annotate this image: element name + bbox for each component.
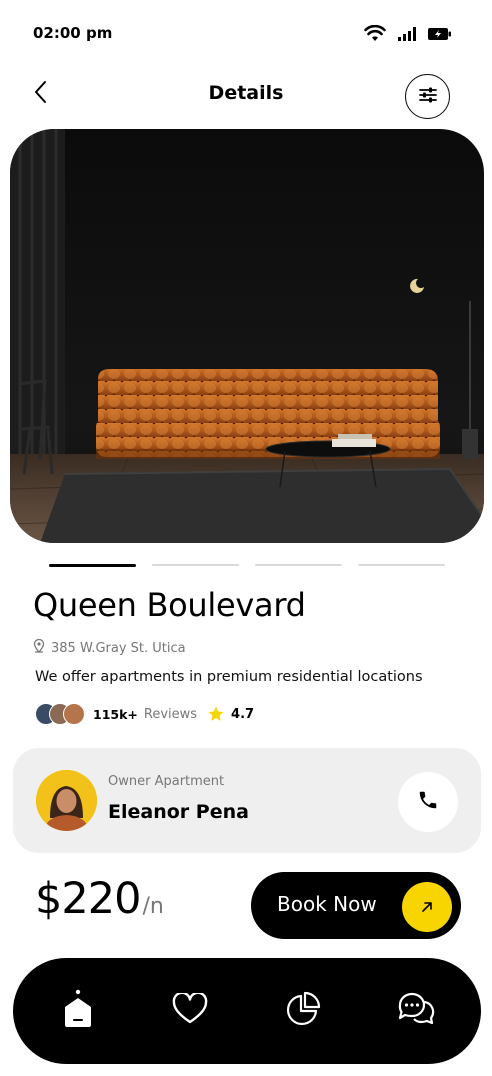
pie-chart-icon: [285, 991, 321, 1031]
price-unit: /n: [142, 894, 164, 919]
phone-icon: [417, 789, 439, 815]
filter-button[interactable]: [405, 74, 450, 119]
price: $220 /n: [35, 874, 164, 924]
indicator-1[interactable]: [49, 564, 136, 567]
reviews-label: Reviews: [143, 706, 198, 722]
owner-card: Owner Apartment Eleanor Pena: [13, 748, 481, 853]
address-text: 385 W.Gray St. Utica: [51, 640, 186, 656]
gallery-indicators[interactable]: [49, 564, 445, 568]
property-name: Queen Boulevard: [33, 586, 306, 624]
nav-stats[interactable]: [278, 986, 328, 1036]
reviews-row[interactable]: 115k+ Reviews 4.7: [35, 702, 254, 726]
location-pin-icon: [33, 638, 45, 657]
property-address: 385 W.Gray St. Utica: [33, 638, 186, 657]
owner-avatar: [36, 770, 97, 831]
star-icon: [207, 705, 225, 723]
book-now-label: Book Now: [277, 892, 377, 916]
owner-role: Owner Apartment: [108, 774, 225, 789]
arrow-up-right-icon: [402, 882, 452, 932]
battery-icon: [428, 26, 452, 45]
rating-value: 4.7: [231, 706, 255, 722]
owner-name: Eleanor Pena: [108, 801, 249, 823]
call-button[interactable]: [398, 772, 458, 832]
nav-favorites[interactable]: [165, 986, 215, 1036]
book-now-button[interactable]: Book Now: [251, 872, 461, 939]
nav-messages[interactable]: [391, 986, 441, 1036]
status-bar: 02:00 pm: [0, 0, 492, 70]
property-photo[interactable]: [10, 129, 484, 543]
wifi-icon: [364, 24, 386, 46]
home-icon: [62, 989, 94, 1033]
status-icons: [364, 24, 452, 46]
indicator-3[interactable]: [255, 564, 342, 566]
header: Details: [0, 70, 492, 119]
property-description: We offer apartments in premium residenti…: [35, 669, 423, 685]
indicator-4[interactable]: [358, 564, 445, 566]
status-time: 02:00 pm: [33, 24, 113, 42]
price-amount: $220: [35, 874, 141, 924]
sliders-icon: [418, 87, 437, 107]
heart-icon: [172, 991, 208, 1029]
reviewer-avatars: [35, 703, 87, 725]
bottom-nav: [13, 958, 481, 1064]
reviewer-avatar: [63, 703, 85, 725]
signal-icon: [398, 26, 416, 45]
indicator-2[interactable]: [152, 564, 239, 566]
nav-home[interactable]: [53, 986, 103, 1036]
reviews-count: 115k+: [93, 706, 138, 722]
chat-icon: [397, 991, 435, 1031]
